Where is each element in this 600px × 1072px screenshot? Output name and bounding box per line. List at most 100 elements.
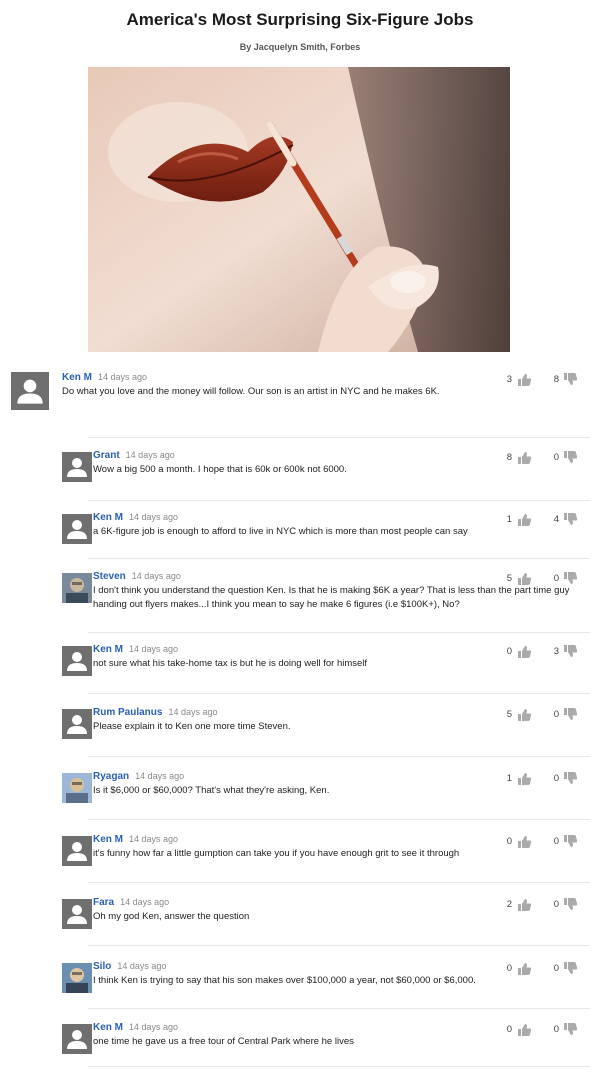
comment-author-name[interactable]: Ken M bbox=[93, 512, 123, 523]
comment-divider bbox=[88, 632, 590, 633]
downvote-count: 8 bbox=[553, 374, 559, 385]
default-avatar-icon[interactable] bbox=[62, 452, 92, 482]
comment-author-name[interactable]: Ryagan bbox=[93, 771, 129, 782]
comment-divider bbox=[88, 500, 590, 501]
comment-divider bbox=[88, 558, 590, 559]
default-avatar-icon[interactable] bbox=[62, 1024, 92, 1054]
comment-author-name[interactable]: Ken M bbox=[62, 372, 92, 383]
thumbs-down-icon[interactable] bbox=[563, 961, 578, 976]
comment-timestamp: 14 days ago bbox=[129, 1022, 179, 1032]
comment-timestamp: 14 days ago bbox=[117, 961, 167, 971]
comment-text: I don't think you understand the questio… bbox=[93, 585, 570, 610]
thumbs-up-icon[interactable] bbox=[517, 834, 532, 849]
comment-author-name[interactable]: Grant bbox=[93, 450, 120, 461]
comment-divider bbox=[88, 882, 590, 883]
thumbs-down-icon[interactable] bbox=[563, 834, 578, 849]
comment-author-name[interactable]: Fara bbox=[93, 897, 114, 908]
comment-author[interactable]: Ken M 14 days ago bbox=[62, 372, 147, 383]
comment-author-name[interactable]: Rum Paulanus bbox=[93, 707, 162, 718]
comment-divider bbox=[88, 945, 590, 946]
thumbs-down-icon[interactable] bbox=[563, 372, 578, 387]
comment-divider bbox=[88, 1008, 590, 1009]
comment-author[interactable]: Fara 14 days ago bbox=[93, 897, 169, 908]
thumbs-up-icon[interactable] bbox=[517, 1022, 532, 1037]
default-avatar-icon[interactable] bbox=[62, 709, 92, 739]
comment-timestamp: 14 days ago bbox=[131, 571, 181, 581]
downvote-count: 0 bbox=[553, 709, 559, 720]
comment-author-name[interactable]: Silo bbox=[93, 961, 111, 972]
comment-votes: 8 0 bbox=[496, 450, 586, 466]
comment-timestamp: 14 days ago bbox=[135, 771, 185, 781]
default-avatar-icon[interactable] bbox=[62, 899, 92, 929]
downvote-count: 0 bbox=[553, 963, 559, 974]
comment-author-name[interactable]: Steven bbox=[93, 571, 126, 582]
article-byline: By Jacquelyn Smith, Forbes bbox=[239, 42, 361, 52]
thumbs-up-icon[interactable] bbox=[517, 571, 532, 586]
thumbs-up-icon[interactable] bbox=[517, 707, 532, 722]
downvote-count: 0 bbox=[553, 452, 559, 463]
thumbs-up-icon[interactable] bbox=[517, 512, 532, 527]
comment-author[interactable]: Steven 14 days ago bbox=[93, 571, 181, 582]
comment-votes: 0 0 bbox=[496, 1022, 586, 1038]
default-avatar-icon[interactable] bbox=[62, 836, 92, 866]
comment-author-name[interactable]: Ken M bbox=[93, 834, 123, 845]
thumbs-up-icon[interactable] bbox=[517, 372, 532, 387]
default-avatar-icon[interactable] bbox=[62, 646, 92, 676]
upvote-count: 0 bbox=[506, 836, 512, 847]
comment-timestamp: 14 days ago bbox=[129, 834, 179, 844]
comment-timestamp: 14 days ago bbox=[129, 512, 179, 522]
comment-timestamp: 14 days ago bbox=[129, 644, 179, 654]
comment-votes: 0 0 bbox=[496, 834, 586, 850]
comment-votes: 1 0 bbox=[496, 771, 586, 787]
thumbs-up-icon[interactable] bbox=[517, 961, 532, 976]
thumbs-up-icon[interactable] bbox=[517, 644, 532, 659]
comment-timestamp: 14 days ago bbox=[98, 372, 148, 382]
comment-votes: 1 4 bbox=[496, 512, 586, 528]
thumbs-down-icon[interactable] bbox=[563, 571, 578, 586]
comment-author[interactable]: Ken M 14 days ago bbox=[93, 834, 178, 845]
thumbs-up-icon[interactable] bbox=[517, 897, 532, 912]
comment-votes: 5 0 bbox=[496, 571, 586, 587]
comment-author[interactable]: Ryagan 14 days ago bbox=[93, 771, 184, 782]
upvote-count: 5 bbox=[506, 573, 512, 584]
upvote-count: 0 bbox=[506, 963, 512, 974]
downvote-count: 0 bbox=[553, 573, 559, 584]
comment-votes: 5 0 bbox=[496, 707, 586, 723]
thumbs-up-icon[interactable] bbox=[517, 450, 532, 465]
comment-divider bbox=[88, 1066, 590, 1067]
default-avatar-icon[interactable] bbox=[10, 372, 50, 410]
thumbs-down-icon[interactable] bbox=[563, 771, 578, 786]
comment-timestamp: 14 days ago bbox=[125, 450, 175, 460]
upvote-count: 3 bbox=[506, 374, 512, 385]
comment-author[interactable]: Grant 14 days ago bbox=[93, 450, 175, 461]
comment-author-name[interactable]: Ken M bbox=[93, 1022, 123, 1033]
thumbs-down-icon[interactable] bbox=[563, 1022, 578, 1037]
comment-votes: 0 0 bbox=[496, 961, 586, 977]
comment-author-name[interactable]: Ken M bbox=[93, 644, 123, 655]
photo-avatar-icon[interactable] bbox=[62, 573, 92, 603]
comment-timestamp: 14 days ago bbox=[120, 897, 170, 907]
comment-author[interactable]: Ken M 14 days ago bbox=[93, 1022, 178, 1033]
downvote-count: 4 bbox=[553, 514, 559, 525]
upvote-count: 1 bbox=[506, 514, 512, 525]
comment-author[interactable]: Silo 14 days ago bbox=[93, 961, 166, 972]
upvote-count: 0 bbox=[506, 646, 512, 657]
article-title: America's Most Surprising Six-Figure Job… bbox=[126, 10, 474, 29]
comment-votes: 3 8 bbox=[496, 372, 586, 388]
comment-divider bbox=[88, 819, 590, 820]
default-avatar-icon[interactable] bbox=[62, 514, 92, 544]
thumbs-down-icon[interactable] bbox=[563, 897, 578, 912]
comment-author[interactable]: Ken M 14 days ago bbox=[93, 512, 178, 523]
comment-divider bbox=[88, 437, 590, 438]
thumbs-up-icon[interactable] bbox=[517, 771, 532, 786]
thumbs-down-icon[interactable] bbox=[563, 644, 578, 659]
thumbs-down-icon[interactable] bbox=[563, 707, 578, 722]
photo-avatar-icon[interactable] bbox=[62, 773, 92, 803]
downvote-count: 0 bbox=[553, 836, 559, 847]
photo-avatar-icon[interactable] bbox=[62, 963, 92, 993]
comment-author[interactable]: Rum Paulanus 14 days ago bbox=[93, 707, 218, 718]
thumbs-down-icon[interactable] bbox=[563, 450, 578, 465]
comment-author[interactable]: Ken M 14 days ago bbox=[93, 644, 178, 655]
thumbs-down-icon[interactable] bbox=[563, 512, 578, 527]
downvote-count: 3 bbox=[553, 646, 559, 657]
